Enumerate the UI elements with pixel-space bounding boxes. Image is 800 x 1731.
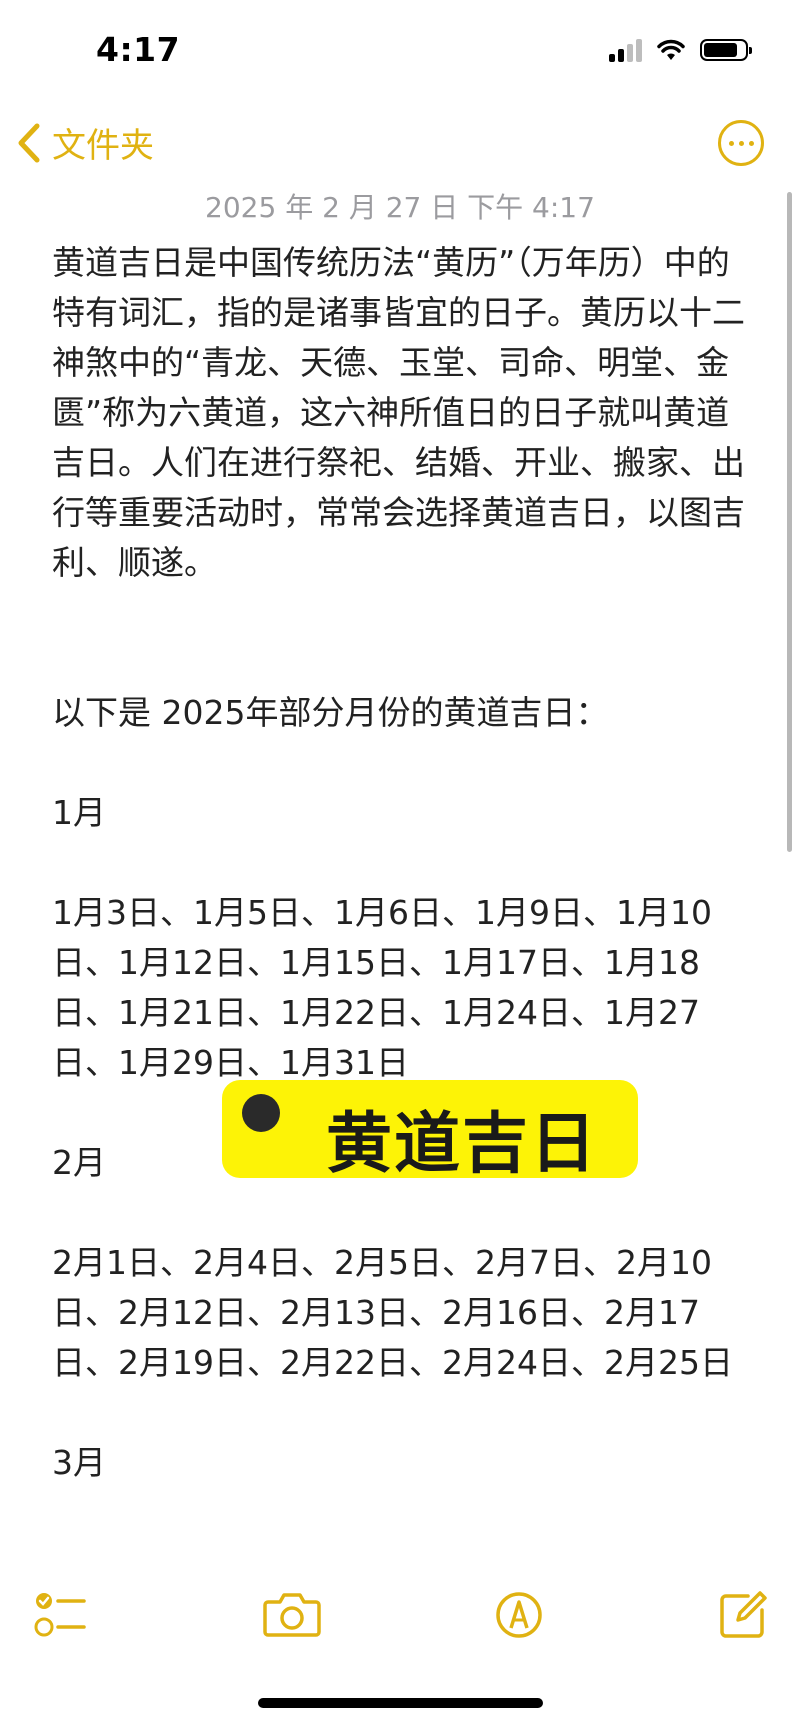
month-label: 3月: [52, 1443, 106, 1482]
note-body[interactable]: 黄道吉日是中国传统历法“黄历”（万年历）中的特有词汇，指的是诸事皆宜的日子。黄历…: [52, 238, 752, 1488]
back-button[interactable]: 文件夹: [16, 118, 154, 167]
compose-icon[interactable]: [718, 1590, 768, 1640]
home-indicator[interactable]: [258, 1698, 543, 1708]
month-dates: 1月3日、1月5日、1月6日、1月9日、1月10日、1月12日、1月15日、1月…: [52, 893, 712, 1082]
back-button-label: 文件夹: [52, 126, 154, 166]
list-heading: 以下是 2025年部分月份的黄道吉日：: [52, 693, 609, 732]
month-dates: 2月1日、2月4日、2月5日、2月7日、2月10日、2月12日、2月13日、2月…: [52, 1243, 733, 1382]
sticker-label: 黄道吉日: [222, 1080, 638, 1182]
chevron-left-icon: [18, 123, 40, 162]
markup-icon[interactable]: [494, 1590, 544, 1640]
battery-icon: [700, 39, 752, 61]
note-intro: 黄道吉日是中国传统历法“黄历”（万年历）中的特有词汇，指的是诸事皆宜的日子。黄历…: [52, 243, 745, 582]
sticker-text: 黄道吉日: [326, 1105, 598, 1182]
scrollbar[interactable]: [787, 192, 792, 852]
status-time: 4:17: [96, 30, 181, 69]
more-options-button[interactable]: [718, 120, 764, 166]
camera-icon[interactable]: [262, 1590, 322, 1638]
note-date: 2025 年 2 月 27 日 下午 4:17: [205, 191, 595, 224]
month-label: 1月: [52, 793, 106, 832]
cellular-signal-icon: [609, 38, 642, 62]
status-icons: [609, 38, 752, 62]
checklist-icon[interactable]: [34, 1590, 88, 1640]
bullet-dot-icon: [242, 1094, 280, 1132]
wifi-icon: [657, 39, 685, 60]
